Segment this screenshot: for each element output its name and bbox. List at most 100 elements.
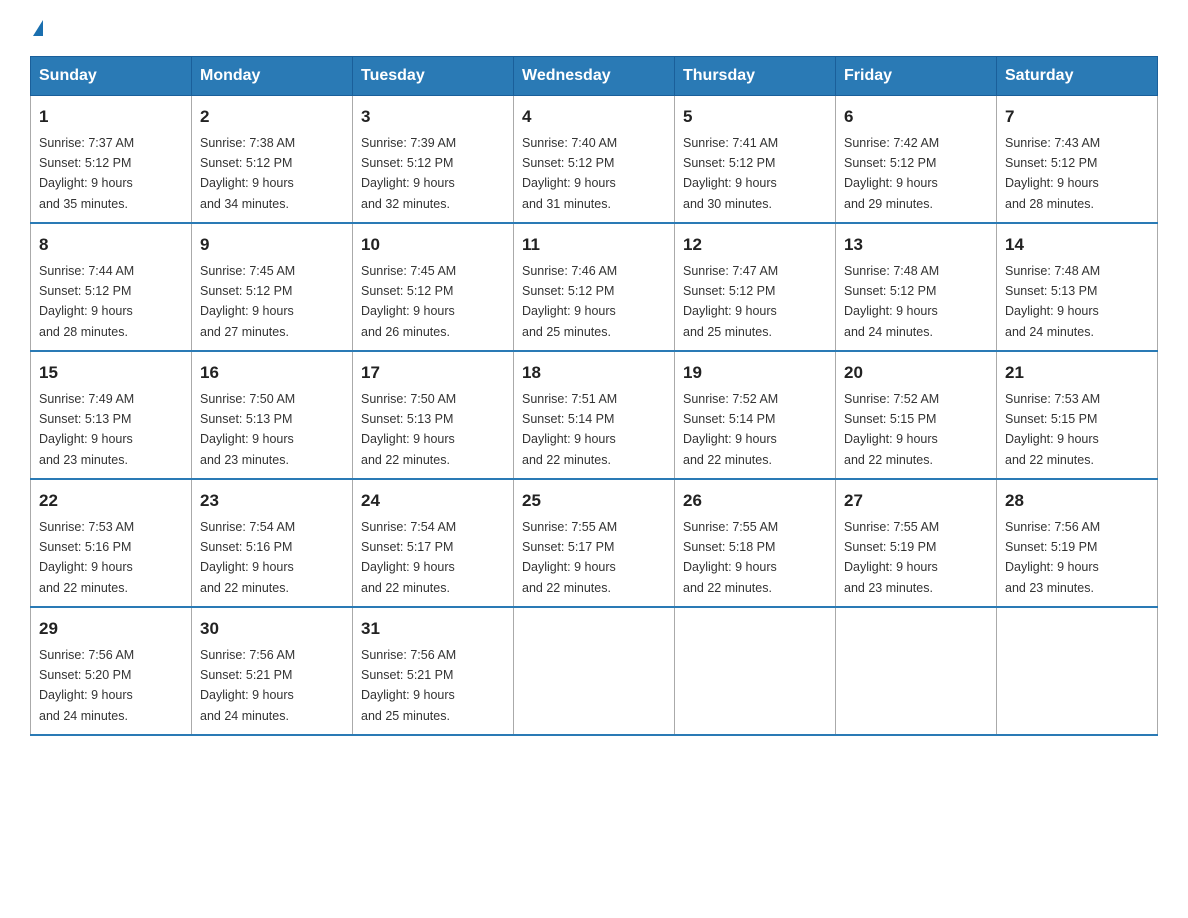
week-row-4: 22 Sunrise: 7:53 AMSunset: 5:16 PMDaylig… bbox=[31, 479, 1158, 607]
calendar-cell: 24 Sunrise: 7:54 AMSunset: 5:17 PMDaylig… bbox=[353, 479, 514, 607]
calendar-cell: 18 Sunrise: 7:51 AMSunset: 5:14 PMDaylig… bbox=[514, 351, 675, 479]
calendar-cell bbox=[514, 607, 675, 735]
day-number: 13 bbox=[844, 232, 988, 258]
calendar-header: SundayMondayTuesdayWednesdayThursdayFrid… bbox=[31, 57, 1158, 96]
day-info: Sunrise: 7:56 AMSunset: 5:21 PMDaylight:… bbox=[361, 648, 456, 723]
week-row-2: 8 Sunrise: 7:44 AMSunset: 5:12 PMDayligh… bbox=[31, 223, 1158, 351]
day-info: Sunrise: 7:39 AMSunset: 5:12 PMDaylight:… bbox=[361, 136, 456, 211]
day-info: Sunrise: 7:37 AMSunset: 5:12 PMDaylight:… bbox=[39, 136, 134, 211]
calendar-cell: 30 Sunrise: 7:56 AMSunset: 5:21 PMDaylig… bbox=[192, 607, 353, 735]
day-info: Sunrise: 7:48 AMSunset: 5:12 PMDaylight:… bbox=[844, 264, 939, 339]
page-header bbox=[30, 20, 1158, 36]
calendar-cell: 19 Sunrise: 7:52 AMSunset: 5:14 PMDaylig… bbox=[675, 351, 836, 479]
day-number: 27 bbox=[844, 488, 988, 514]
calendar-cell: 22 Sunrise: 7:53 AMSunset: 5:16 PMDaylig… bbox=[31, 479, 192, 607]
day-info: Sunrise: 7:56 AMSunset: 5:21 PMDaylight:… bbox=[200, 648, 295, 723]
calendar-cell bbox=[836, 607, 997, 735]
calendar-cell: 26 Sunrise: 7:55 AMSunset: 5:18 PMDaylig… bbox=[675, 479, 836, 607]
day-number: 28 bbox=[1005, 488, 1149, 514]
week-row-3: 15 Sunrise: 7:49 AMSunset: 5:13 PMDaylig… bbox=[31, 351, 1158, 479]
day-number: 11 bbox=[522, 232, 666, 258]
day-number: 19 bbox=[683, 360, 827, 386]
calendar-cell: 8 Sunrise: 7:44 AMSunset: 5:12 PMDayligh… bbox=[31, 223, 192, 351]
day-number: 12 bbox=[683, 232, 827, 258]
day-info: Sunrise: 7:52 AMSunset: 5:14 PMDaylight:… bbox=[683, 392, 778, 467]
day-info: Sunrise: 7:45 AMSunset: 5:12 PMDaylight:… bbox=[200, 264, 295, 339]
calendar-cell: 23 Sunrise: 7:54 AMSunset: 5:16 PMDaylig… bbox=[192, 479, 353, 607]
day-info: Sunrise: 7:55 AMSunset: 5:17 PMDaylight:… bbox=[522, 520, 617, 595]
day-number: 8 bbox=[39, 232, 183, 258]
day-number: 7 bbox=[1005, 104, 1149, 130]
header-cell-friday: Friday bbox=[836, 57, 997, 96]
calendar-cell: 25 Sunrise: 7:55 AMSunset: 5:17 PMDaylig… bbox=[514, 479, 675, 607]
logo-triangle-icon bbox=[33, 20, 43, 36]
day-info: Sunrise: 7:50 AMSunset: 5:13 PMDaylight:… bbox=[200, 392, 295, 467]
day-number: 25 bbox=[522, 488, 666, 514]
day-number: 16 bbox=[200, 360, 344, 386]
calendar-cell: 10 Sunrise: 7:45 AMSunset: 5:12 PMDaylig… bbox=[353, 223, 514, 351]
day-info: Sunrise: 7:38 AMSunset: 5:12 PMDaylight:… bbox=[200, 136, 295, 211]
day-number: 18 bbox=[522, 360, 666, 386]
day-info: Sunrise: 7:46 AMSunset: 5:12 PMDaylight:… bbox=[522, 264, 617, 339]
calendar-cell: 9 Sunrise: 7:45 AMSunset: 5:12 PMDayligh… bbox=[192, 223, 353, 351]
calendar-cell: 28 Sunrise: 7:56 AMSunset: 5:19 PMDaylig… bbox=[997, 479, 1158, 607]
day-number: 2 bbox=[200, 104, 344, 130]
day-number: 5 bbox=[683, 104, 827, 130]
day-number: 30 bbox=[200, 616, 344, 642]
day-number: 15 bbox=[39, 360, 183, 386]
week-row-5: 29 Sunrise: 7:56 AMSunset: 5:20 PMDaylig… bbox=[31, 607, 1158, 735]
header-cell-thursday: Thursday bbox=[675, 57, 836, 96]
day-number: 9 bbox=[200, 232, 344, 258]
calendar-cell: 4 Sunrise: 7:40 AMSunset: 5:12 PMDayligh… bbox=[514, 96, 675, 224]
calendar-cell: 12 Sunrise: 7:47 AMSunset: 5:12 PMDaylig… bbox=[675, 223, 836, 351]
calendar-body: 1 Sunrise: 7:37 AMSunset: 5:12 PMDayligh… bbox=[31, 96, 1158, 736]
day-number: 31 bbox=[361, 616, 505, 642]
day-number: 17 bbox=[361, 360, 505, 386]
header-cell-wednesday: Wednesday bbox=[514, 57, 675, 96]
day-number: 4 bbox=[522, 104, 666, 130]
calendar-cell: 11 Sunrise: 7:46 AMSunset: 5:12 PMDaylig… bbox=[514, 223, 675, 351]
day-info: Sunrise: 7:48 AMSunset: 5:13 PMDaylight:… bbox=[1005, 264, 1100, 339]
calendar-cell: 16 Sunrise: 7:50 AMSunset: 5:13 PMDaylig… bbox=[192, 351, 353, 479]
calendar-table: SundayMondayTuesdayWednesdayThursdayFrid… bbox=[30, 56, 1158, 736]
day-info: Sunrise: 7:50 AMSunset: 5:13 PMDaylight:… bbox=[361, 392, 456, 467]
calendar-cell: 20 Sunrise: 7:52 AMSunset: 5:15 PMDaylig… bbox=[836, 351, 997, 479]
calendar-cell: 31 Sunrise: 7:56 AMSunset: 5:21 PMDaylig… bbox=[353, 607, 514, 735]
header-row: SundayMondayTuesdayWednesdayThursdayFrid… bbox=[31, 57, 1158, 96]
header-cell-monday: Monday bbox=[192, 57, 353, 96]
week-row-1: 1 Sunrise: 7:37 AMSunset: 5:12 PMDayligh… bbox=[31, 96, 1158, 224]
day-info: Sunrise: 7:45 AMSunset: 5:12 PMDaylight:… bbox=[361, 264, 456, 339]
calendar-cell: 6 Sunrise: 7:42 AMSunset: 5:12 PMDayligh… bbox=[836, 96, 997, 224]
day-number: 24 bbox=[361, 488, 505, 514]
day-info: Sunrise: 7:56 AMSunset: 5:19 PMDaylight:… bbox=[1005, 520, 1100, 595]
day-number: 3 bbox=[361, 104, 505, 130]
calendar-cell: 29 Sunrise: 7:56 AMSunset: 5:20 PMDaylig… bbox=[31, 607, 192, 735]
calendar-cell: 1 Sunrise: 7:37 AMSunset: 5:12 PMDayligh… bbox=[31, 96, 192, 224]
header-cell-saturday: Saturday bbox=[997, 57, 1158, 96]
calendar-cell: 5 Sunrise: 7:41 AMSunset: 5:12 PMDayligh… bbox=[675, 96, 836, 224]
day-info: Sunrise: 7:42 AMSunset: 5:12 PMDaylight:… bbox=[844, 136, 939, 211]
calendar-cell bbox=[675, 607, 836, 735]
header-cell-tuesday: Tuesday bbox=[353, 57, 514, 96]
day-info: Sunrise: 7:55 AMSunset: 5:19 PMDaylight:… bbox=[844, 520, 939, 595]
day-number: 1 bbox=[39, 104, 183, 130]
day-number: 23 bbox=[200, 488, 344, 514]
calendar-cell: 17 Sunrise: 7:50 AMSunset: 5:13 PMDaylig… bbox=[353, 351, 514, 479]
day-number: 10 bbox=[361, 232, 505, 258]
day-info: Sunrise: 7:40 AMSunset: 5:12 PMDaylight:… bbox=[522, 136, 617, 211]
day-info: Sunrise: 7:54 AMSunset: 5:16 PMDaylight:… bbox=[200, 520, 295, 595]
day-info: Sunrise: 7:53 AMSunset: 5:15 PMDaylight:… bbox=[1005, 392, 1100, 467]
day-info: Sunrise: 7:54 AMSunset: 5:17 PMDaylight:… bbox=[361, 520, 456, 595]
day-number: 26 bbox=[683, 488, 827, 514]
day-info: Sunrise: 7:53 AMSunset: 5:16 PMDaylight:… bbox=[39, 520, 134, 595]
day-info: Sunrise: 7:47 AMSunset: 5:12 PMDaylight:… bbox=[683, 264, 778, 339]
calendar-cell: 13 Sunrise: 7:48 AMSunset: 5:12 PMDaylig… bbox=[836, 223, 997, 351]
calendar-cell: 14 Sunrise: 7:48 AMSunset: 5:13 PMDaylig… bbox=[997, 223, 1158, 351]
header-cell-sunday: Sunday bbox=[31, 57, 192, 96]
day-info: Sunrise: 7:44 AMSunset: 5:12 PMDaylight:… bbox=[39, 264, 134, 339]
calendar-cell: 3 Sunrise: 7:39 AMSunset: 5:12 PMDayligh… bbox=[353, 96, 514, 224]
day-number: 22 bbox=[39, 488, 183, 514]
day-info: Sunrise: 7:43 AMSunset: 5:12 PMDaylight:… bbox=[1005, 136, 1100, 211]
day-number: 21 bbox=[1005, 360, 1149, 386]
day-info: Sunrise: 7:41 AMSunset: 5:12 PMDaylight:… bbox=[683, 136, 778, 211]
